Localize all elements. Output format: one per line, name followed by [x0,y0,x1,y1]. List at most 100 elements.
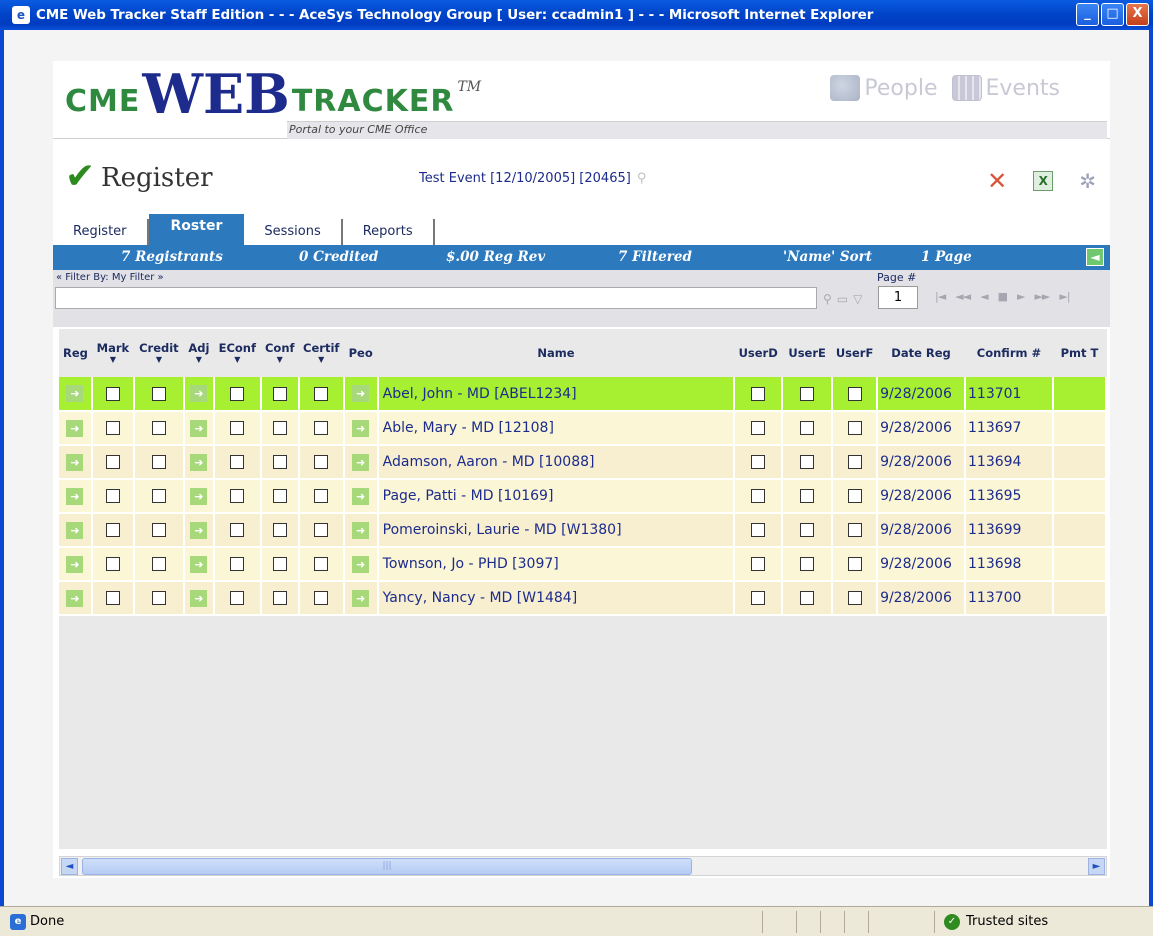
usere-checkbox[interactable] [800,591,815,606]
col-credit[interactable]: Credit ▼ [133,329,184,377]
certif-checkbox[interactable] [314,386,329,401]
certif-checkbox[interactable] [314,489,329,504]
register-arrow-icon[interactable]: ➜ [66,555,84,573]
col-econf[interactable]: EConf ▼ [213,329,261,377]
registrant-name[interactable]: Yancy, Nancy - MD [W1484] [377,581,736,616]
userf-checkbox[interactable] [847,455,862,470]
conf-checkbox[interactable] [272,455,287,470]
register-arrow-icon[interactable]: ➜ [66,385,84,402]
econf-checkbox[interactable] [230,523,245,538]
nav-events[interactable]: Events [951,75,1060,101]
userf-checkbox[interactable] [847,557,862,572]
table-row[interactable]: ➜ ➜ ➜ Abel, John - MD [ABEL1234] 9/28/2006 11… [59,377,1107,412]
tab-roster[interactable]: Roster [148,214,245,245]
horizontal-scrollbar[interactable]: ◄ ||| ► [59,856,1107,876]
dropdown-arrow-icon[interactable]: ▼ [299,355,344,365]
registrant-name[interactable]: Page, Patti - MD [10169] [377,479,736,514]
econf-checkbox[interactable] [230,421,245,436]
dropdown-arrow-icon[interactable]: ▼ [92,355,134,365]
dropdown-arrow-icon[interactable]: ▼ [214,355,261,365]
person-arrow-icon[interactable]: ➜ [352,419,370,437]
userf-checkbox[interactable] [847,591,862,606]
table-row[interactable]: ➜ ➜ ➜ Able, Mary - MD [12108] 9/28/2006 11369… [59,411,1107,446]
register-arrow-icon[interactable]: ➜ [66,521,84,539]
adjust-arrow-icon[interactable]: ➜ [190,521,208,539]
person-arrow-icon[interactable]: ➜ [352,555,370,573]
userd-checkbox[interactable] [751,455,766,470]
mark-checkbox[interactable] [105,591,120,606]
credit-checkbox[interactable] [151,455,166,470]
col-date-reg[interactable]: Date Reg [877,329,966,377]
econf-checkbox[interactable] [230,455,245,470]
usere-checkbox[interactable] [800,386,815,401]
previous-page-icon[interactable]: ◄ [980,290,989,303]
usere-checkbox[interactable] [800,489,815,504]
previous-set-icon[interactable]: ◄◄ [955,290,971,303]
col-conf[interactable]: Conf ▼ [260,329,299,377]
econf-checkbox[interactable] [230,591,245,606]
register-arrow-icon[interactable]: ➜ [66,419,84,437]
collapse-icon[interactable]: ◄ [1086,248,1104,266]
conf-checkbox[interactable] [272,523,287,538]
nav-people[interactable]: People [830,75,938,101]
userd-checkbox[interactable] [751,489,766,504]
person-arrow-icon[interactable]: ➜ [352,453,370,471]
stop-icon[interactable]: ■ [998,290,1008,303]
certif-checkbox[interactable] [314,421,329,436]
certif-checkbox[interactable] [314,455,329,470]
credit-checkbox[interactable] [151,421,166,436]
dropdown-arrow-icon[interactable]: ▼ [184,355,214,365]
econf-checkbox[interactable] [230,489,245,504]
excel-export-icon[interactable]: X [1033,171,1054,191]
col-peo[interactable]: Peo [343,329,378,377]
delete-icon[interactable]: ✕ [987,167,1007,195]
conf-checkbox[interactable] [272,421,287,436]
close-window-button[interactable]: X [1126,3,1149,26]
last-page-icon[interactable]: ►| [1059,290,1070,303]
adjust-arrow-icon[interactable]: ➜ [190,419,208,437]
conf-checkbox[interactable] [272,489,287,504]
mark-checkbox[interactable] [105,455,120,470]
userd-checkbox[interactable] [751,386,766,401]
person-arrow-icon[interactable]: ➜ [352,521,370,539]
find-icon[interactable]: ⚲ [823,292,832,306]
usere-checkbox[interactable] [800,557,815,572]
conf-checkbox[interactable] [272,557,287,572]
usere-checkbox[interactable] [800,421,815,436]
col-name[interactable]: Name [377,329,735,377]
tab-register[interactable]: Register [53,219,149,245]
dropdown-arrow-icon[interactable]: ▼ [261,355,299,365]
registrant-name[interactable]: Pomeroinski, Laurie - MD [W1380] [377,513,736,548]
next-page-icon[interactable]: ► [1017,290,1026,303]
certif-checkbox[interactable] [314,557,329,572]
usere-checkbox[interactable] [800,455,815,470]
adjust-arrow-icon[interactable]: ➜ [190,555,208,573]
credit-checkbox[interactable] [151,591,166,606]
app-logo[interactable]: CME WEB TRACKER TM [65,67,481,121]
credit-checkbox[interactable] [151,386,166,401]
page-number-input[interactable]: 1 [878,286,918,309]
mark-checkbox[interactable] [105,489,120,504]
table-row[interactable]: ➜ ➜ ➜ Townson, Jo - PHD [3097] 9/28/2006 1136… [59,547,1107,582]
scroll-right-icon[interactable]: ► [1088,858,1105,875]
userf-checkbox[interactable] [847,386,862,401]
person-arrow-icon[interactable]: ➜ [352,385,370,402]
tab-sessions[interactable]: Sessions [244,219,343,245]
person-arrow-icon[interactable]: ➜ [352,589,370,607]
col-confirm[interactable]: Confirm # [965,329,1053,377]
userf-checkbox[interactable] [847,523,862,538]
adjust-arrow-icon[interactable]: ➜ [190,589,208,607]
registrant-name[interactable]: Adamson, Aaron - MD [10088] [377,445,736,480]
econf-checkbox[interactable] [230,386,245,401]
userd-checkbox[interactable] [751,591,766,606]
new-document-icon[interactable]: ▭ [837,292,848,306]
mark-checkbox[interactable] [105,421,120,436]
registrant-name[interactable]: Able, Mary - MD [12108] [377,411,736,446]
mark-checkbox[interactable] [105,386,120,401]
certif-checkbox[interactable] [314,591,329,606]
col-reg[interactable]: Reg [59,329,92,377]
conf-checkbox[interactable] [272,591,287,606]
person-arrow-icon[interactable]: ➜ [352,487,370,505]
dropdown-arrow-icon[interactable]: ▼ [134,355,184,365]
userd-checkbox[interactable] [751,523,766,538]
